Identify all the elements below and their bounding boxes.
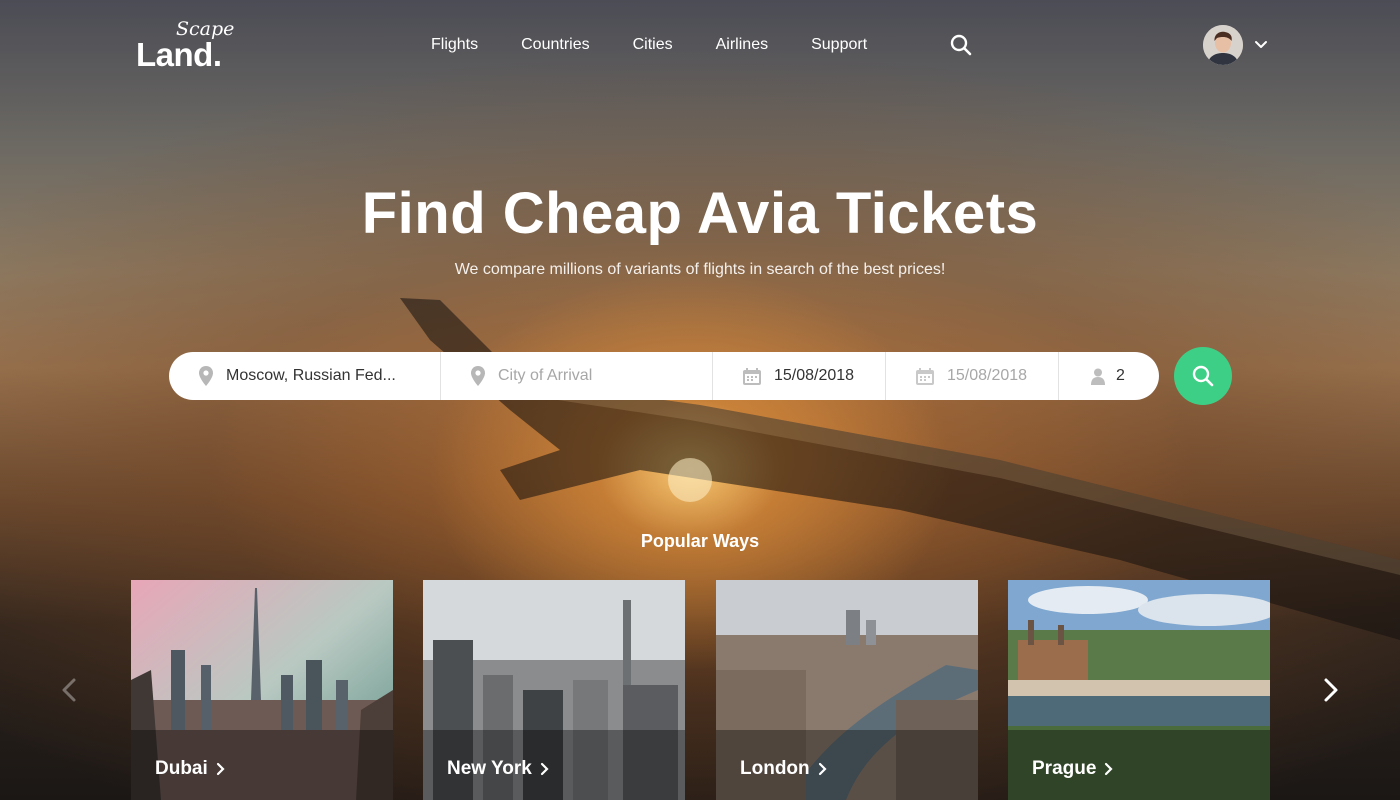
chevron-right-icon	[1105, 762, 1113, 776]
chevron-right-icon	[818, 762, 827, 776]
card-label: New York	[447, 758, 549, 780]
card-label: Dubai	[155, 758, 225, 780]
person-icon	[1091, 368, 1105, 385]
user-avatar[interactable]	[1203, 25, 1243, 65]
popular-ways-title: Popular Ways	[640, 531, 760, 551]
destination-card-london[interactable]: London	[716, 580, 978, 800]
departure-city-field[interactable]	[169, 352, 441, 400]
card-label: London	[740, 758, 827, 780]
search-submit-button[interactable]	[1174, 347, 1232, 405]
nav-item-support[interactable]: Support	[811, 36, 867, 54]
nav-item-flights[interactable]: Flights	[431, 36, 478, 54]
card-label: Prague	[1032, 758, 1113, 780]
main-nav: Flights Countries Cities Airlines Suppor…	[431, 36, 910, 54]
flight-search-bar	[169, 352, 1159, 400]
chevron-right-icon	[540, 762, 549, 776]
card-city-name: Dubai	[155, 758, 208, 779]
chevron-down-icon[interactable]	[1253, 38, 1269, 52]
search-icon[interactable]	[950, 34, 972, 56]
calendar-icon	[743, 367, 761, 385]
avatar-portrait	[1203, 25, 1243, 65]
popular-ways-carousel: Dubai New York London Prague	[131, 580, 1271, 800]
nav-item-countries[interactable]: Countries	[521, 36, 589, 54]
card-city-name: Prague	[1032, 758, 1097, 779]
chevron-left-icon[interactable]	[56, 676, 84, 704]
destination-card-dubai[interactable]: Dubai	[131, 580, 393, 800]
destination-card-prague[interactable]: Prague	[1008, 580, 1270, 800]
calendar-icon	[916, 367, 934, 385]
search-icon	[1192, 365, 1214, 387]
return-date-field[interactable]	[886, 352, 1059, 400]
passengers-field[interactable]	[1059, 352, 1159, 400]
card-city-name: London	[740, 758, 810, 779]
departure-date-field[interactable]	[713, 352, 886, 400]
chevron-right-icon	[216, 762, 225, 776]
logo-main-text: Land.	[136, 36, 222, 73]
top-header: Scape Land. Flights Countries Cities Air…	[0, 0, 1400, 90]
hero-subtitle: We compare millions of variants of fligh…	[454, 261, 946, 278]
location-pin-icon	[199, 366, 213, 386]
arrival-city-field[interactable]	[441, 352, 713, 400]
card-city-name: New York	[447, 758, 532, 779]
arrival-city-input[interactable]	[498, 367, 688, 385]
return-date-input[interactable]	[947, 367, 1047, 385]
nav-item-airlines[interactable]: Airlines	[716, 36, 768, 54]
scapeland-logo[interactable]: Scape Land.	[136, 18, 246, 73]
location-pin-icon	[471, 366, 485, 386]
nav-item-cities[interactable]: Cities	[633, 36, 673, 54]
hero-title: Find Cheap Avia Tickets	[361, 181, 1039, 246]
departure-date-input[interactable]	[774, 367, 874, 385]
departure-city-input[interactable]	[226, 367, 416, 385]
passengers-input[interactable]	[1116, 367, 1156, 385]
chevron-right-icon[interactable]	[1316, 676, 1344, 704]
destination-card-new-york[interactable]: New York	[423, 580, 685, 800]
